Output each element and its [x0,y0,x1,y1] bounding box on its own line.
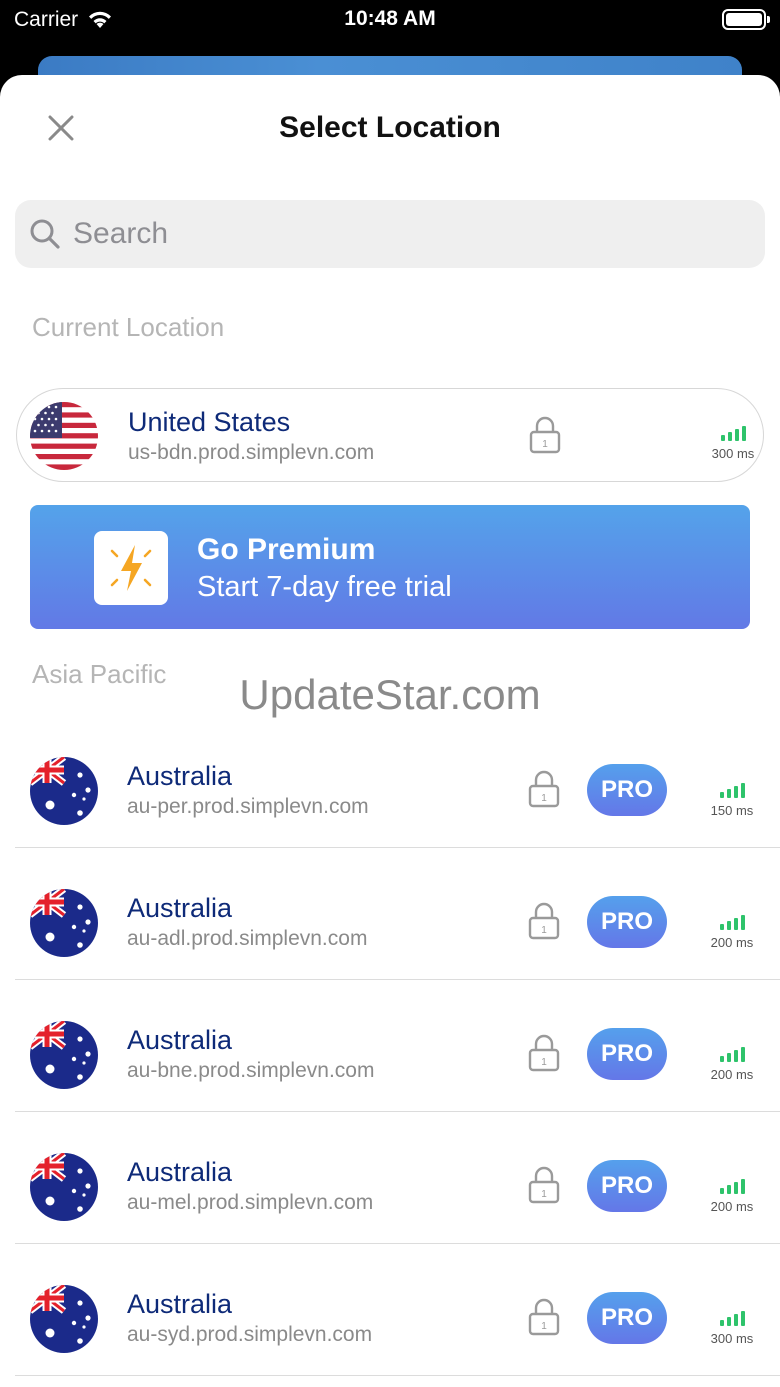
lock-icon: 1 [528,1298,560,1336]
signal-indicator: 300 ms [709,425,757,461]
server-row-5[interactable]: Australia au-syd.prod.simplevn.com 1 PRO… [15,1244,780,1376]
lock-icon: 1 [528,1166,560,1204]
server-name: Australia [127,1025,233,1055]
lock-icon: 1 [529,416,561,454]
page-title: Select Location [279,111,501,144]
au-flag-icon [30,1285,98,1353]
server-row-1[interactable]: Australia au-per.prod.simplevn.com 1 PRO… [15,716,780,848]
signal-bars-icon [708,1178,756,1194]
search-bar[interactable] [15,200,765,268]
pro-badge[interactable]: PRO [587,1028,667,1080]
svg-text:1: 1 [541,793,547,804]
search-icon [30,219,60,249]
search-input[interactable] [73,217,713,251]
latency-label: 300 ms [711,446,755,461]
us-flag-icon [30,402,98,470]
latency-label: 300 ms [710,1331,754,1346]
server-host: au-mel.prod.simplevn.com [127,1191,374,1214]
server-name: Australia [127,761,233,791]
server-host: au-adl.prod.simplevn.com [127,927,368,950]
server-name: Australia [127,893,233,923]
au-flag-icon [30,757,98,825]
signal-bars-icon [708,1046,756,1062]
current-location-card[interactable]: United States us-bdn.prod.simplevn.com 1… [16,388,764,482]
server-host: au-per.prod.simplevn.com [127,795,369,818]
svg-text:1: 1 [541,1189,547,1200]
go-premium-banner[interactable]: Go Premium Start 7-day free trial [30,505,750,629]
premium-title: Go Premium [197,533,376,566]
premium-subtitle: Start 7-day free trial [197,571,452,603]
au-flag-icon [30,889,98,957]
server-name: Australia [127,1289,233,1319]
server-row-2[interactable]: Australia au-adl.prod.simplevn.com 1 PRO… [15,848,780,980]
lightning-icon [94,531,168,605]
signal-indicator: 300 ms [708,1310,756,1346]
pro-badge[interactable]: PRO [587,896,667,948]
svg-text:1: 1 [541,925,547,936]
au-flag-icon [30,1021,98,1089]
server-row-3[interactable]: Australia au-bne.prod.simplevn.com 1 PRO… [15,980,780,1112]
latency-label: 200 ms [710,935,754,950]
location-sheet: Select Location Current Location [0,75,780,1387]
clock: 10:48 AM [344,7,436,30]
signal-indicator: 150 ms [708,782,756,818]
lock-icon: 1 [528,902,560,940]
lock-icon: 1 [528,1034,560,1072]
signal-bars-icon [708,914,756,930]
watermark: UpdateStar.com [239,671,541,718]
signal-bars-icon [709,425,757,441]
signal-bars-icon [708,1310,756,1326]
latency-label: 150 ms [710,803,754,818]
current-location-host: us-bdn.prod.simplevn.com [128,441,375,464]
pro-badge[interactable]: PRO [587,764,667,816]
au-flag-icon [30,1153,98,1221]
server-host: au-syd.prod.simplevn.com [127,1323,373,1346]
signal-bars-icon [708,782,756,798]
pro-badge[interactable]: PRO [587,1160,667,1212]
server-host: au-bne.prod.simplevn.com [127,1059,375,1082]
signal-indicator: 200 ms [708,1178,756,1214]
latency-label: 200 ms [710,1199,754,1214]
server-name: Australia [127,1157,233,1187]
latency-label: 200 ms [710,1067,754,1082]
svg-text:1: 1 [541,1321,547,1332]
signal-indicator: 200 ms [708,914,756,950]
svg-text:1: 1 [541,1057,547,1068]
lock-icon: 1 [528,770,560,808]
current-location-header: Current Location [32,312,225,342]
pro-badge[interactable]: PRO [587,1292,667,1344]
status-bar: Carrier 10:48 AM [0,0,780,40]
svg-text:1: 1 [542,439,548,450]
signal-indicator: 200 ms [708,1046,756,1082]
current-location-name: United States [128,407,291,437]
battery-icon [722,9,770,30]
server-row-4[interactable]: Australia au-mel.prod.simplevn.com 1 PRO… [15,1112,780,1244]
